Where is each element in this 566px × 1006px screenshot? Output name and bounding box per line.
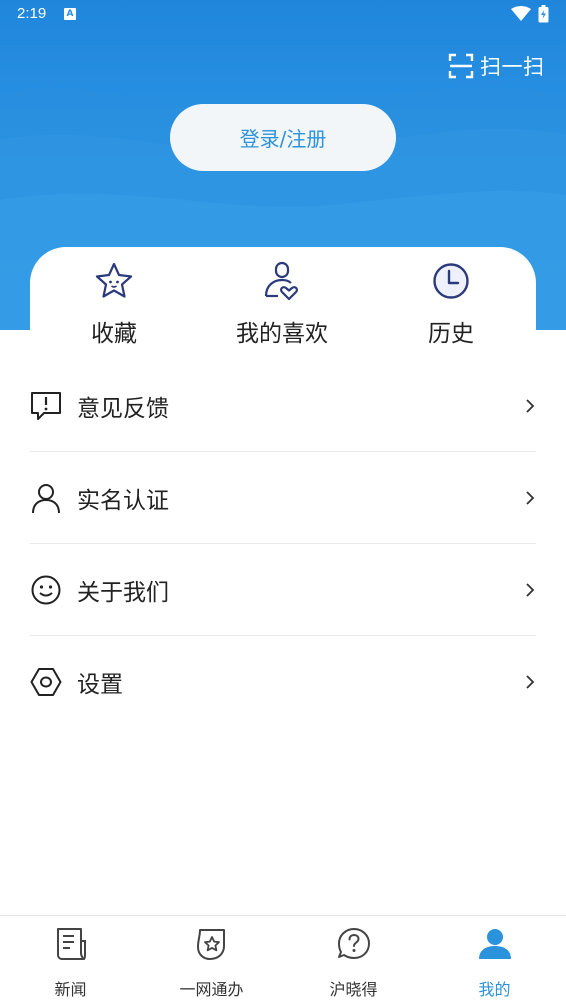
bottom-tab-bar: 新闻 一网通办 沪晓得 我的 [0, 915, 566, 1006]
menu-label-settings: 设置 [77, 672, 123, 698]
question-icon [337, 928, 370, 959]
tab-mine[interactable]: 我的 [424, 926, 565, 1000]
tab-label-mine: 我的 [478, 980, 511, 999]
service-icon [196, 929, 225, 960]
history-label: 历史 [428, 321, 474, 347]
person-heart-icon [264, 261, 299, 301]
menu-item-verification[interactable]: 实名认证 [30, 452, 536, 544]
favorites-label: 收藏 [91, 321, 137, 347]
tab-label-one-network: 一网通办 [179, 980, 244, 999]
star-icon [95, 262, 133, 298]
smile-icon [31, 575, 61, 604]
menu-label-about: 关于我们 [77, 579, 169, 606]
settings-menu: 意见反馈 实名认证 关于我们 设置 [30, 360, 536, 728]
quick-actions-card: 收藏 我的喜欢 历史 [30, 247, 536, 357]
user-icon [32, 483, 60, 513]
chevron-right-icon [526, 675, 535, 689]
my-likes-label: 我的喜欢 [236, 321, 328, 347]
favorites-action[interactable]: 收藏 [44, 261, 184, 348]
login-register-button[interactable]: 登录/注册 [170, 104, 396, 171]
scan-label: 扫一扫 [480, 55, 545, 79]
tab-label-hu-xiao-de: 沪晓得 [329, 980, 378, 999]
tab-one-network[interactable]: 一网通办 [141, 926, 282, 1000]
status-time: 2:19 [17, 5, 47, 22]
a-icon: A [64, 8, 76, 20]
feedback-icon [31, 391, 61, 420]
chevron-right-icon [526, 583, 535, 597]
profile-screen: 2:19 A 扫一扫 登录/注册 收藏 我的喜欢 历史 意见反馈 实名认证 关于… [0, 0, 566, 1006]
scan-icon [448, 53, 474, 79]
menu-item-about[interactable]: 关于我们 [30, 544, 536, 636]
battery-icon [538, 5, 549, 23]
my-likes-action[interactable]: 我的喜欢 [212, 261, 352, 348]
news-icon [56, 928, 86, 960]
tab-news[interactable]: 新闻 [0, 926, 141, 1000]
menu-label-feedback: 意见反馈 [77, 395, 169, 422]
tab-hu-xiao-de[interactable]: 沪晓得 [283, 926, 424, 1000]
history-action[interactable]: 历史 [381, 261, 521, 348]
wifi-icon [511, 6, 531, 21]
clock-icon [433, 263, 469, 299]
chevron-right-icon [526, 399, 535, 413]
menu-item-settings[interactable]: 设置 [30, 636, 536, 728]
scan-button[interactable]: 扫一扫 [448, 52, 545, 80]
hexagon-settings-icon [30, 668, 62, 696]
menu-label-verification: 实名认证 [77, 487, 169, 514]
chevron-right-icon [526, 491, 535, 505]
tab-label-news: 新闻 [54, 980, 87, 999]
profile-icon [478, 929, 511, 959]
menu-item-feedback[interactable]: 意见反馈 [30, 360, 536, 452]
status-bar: 2:19 A [0, 0, 566, 30]
